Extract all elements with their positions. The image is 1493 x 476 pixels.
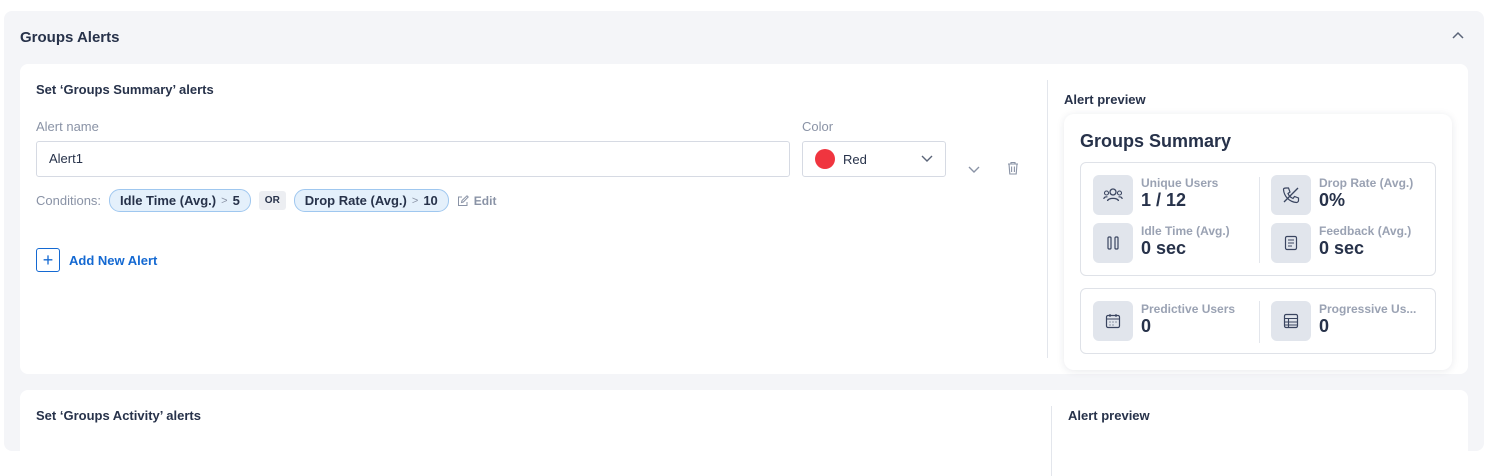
trash-icon — [1008, 161, 1018, 175]
chevron-up-icon — [1452, 31, 1464, 39]
stat-name: Predictive Users — [1141, 302, 1236, 316]
stat-value: 0% — [1319, 190, 1346, 210]
condition-operator: > — [411, 194, 419, 207]
conditions-label: Conditions: — [36, 193, 102, 208]
alert-preview-label: Alert preview — [1064, 92, 1146, 107]
color-label: Color — [802, 119, 834, 134]
chevron-down-icon — [921, 155, 933, 162]
stat-progressive-users: Progressive Us... 0 — [1271, 301, 1416, 341]
stat-predictive-users: Predictive Users 0 — [1093, 301, 1235, 341]
color-select[interactable]: Red — [802, 141, 946, 177]
stat-unique-users: Unique Users 1 / 12 — [1093, 175, 1218, 215]
stat-drop-rate: Drop Rate (Avg.) 0% — [1271, 175, 1413, 215]
card-title: Set ‘Groups Summary’ alerts — [36, 82, 214, 97]
stat-name: Unique Users — [1141, 176, 1219, 190]
alert-name-label: Alert name — [36, 119, 99, 134]
alert-name-input[interactable]: Alert1 — [36, 141, 790, 177]
condition-field: Idle Time (Avg.) — [120, 193, 217, 208]
condition-chip[interactable]: Idle Time (Avg.) > 5 — [109, 189, 251, 212]
add-new-alert-label: Add New Alert — [69, 252, 158, 268]
activity-alerts-card: Set ‘Groups Activity’ alerts Alert previ… — [20, 390, 1468, 476]
stat-feedback: Feedback (Avg.) 0 sec — [1271, 223, 1411, 263]
alert-preview-label: Alert preview — [1068, 408, 1150, 423]
stat-value: 0 sec — [1319, 238, 1365, 258]
color-value: Red — [843, 151, 867, 167]
delete-alert-button[interactable] — [1005, 160, 1021, 176]
collapse-button[interactable] — [1450, 27, 1466, 43]
edit-conditions-button[interactable]: Edit — [457, 193, 497, 208]
or-joiner: OR — [258, 191, 286, 210]
preview-title: Groups Summary — [1080, 131, 1232, 151]
phone-off-icon — [1271, 175, 1311, 215]
summary-alerts-card: Set ‘Groups Summary’ alerts Alert name A… — [20, 64, 1468, 374]
edit-icon — [457, 194, 469, 206]
stat-name: Feedback (Avg.) — [1319, 224, 1412, 238]
stat-value: 1 / 12 — [1141, 190, 1187, 210]
condition-value: 10 — [423, 193, 438, 208]
condition-value: 5 — [232, 193, 240, 208]
stat-value: 0 — [1141, 316, 1152, 336]
stats-separator — [1259, 301, 1260, 343]
users-icon — [1093, 175, 1133, 215]
edit-label: Edit — [473, 193, 497, 208]
conditions-row: Conditions: Idle Time (Avg.) > 5 OR Drop… — [36, 189, 496, 212]
stat-value: 0 — [1319, 316, 1330, 336]
condition-operator: > — [221, 194, 228, 207]
stat-name: Idle Time (Avg.) — [1141, 224, 1230, 238]
stats-separator — [1259, 177, 1260, 263]
pause-icon — [1093, 223, 1133, 263]
section-title: Groups Alerts — [20, 29, 120, 46]
stat-name: Drop Rate (Avg.) — [1319, 176, 1414, 190]
stat-idle-time: Idle Time (Avg.) 0 sec — [1093, 223, 1230, 263]
groups-alerts-panel: Groups Alerts Set ‘Groups Summary’ alert… — [4, 11, 1484, 476]
stat-name: Progressive Us... — [1319, 302, 1417, 316]
calendar-icon — [1093, 301, 1133, 341]
stats-group: Predictive Users 0 Progressive Us... 0 — [1080, 288, 1436, 354]
stat-value: 0 sec — [1141, 238, 1187, 258]
card-title: Set ‘Groups Activity’ alerts — [36, 408, 201, 423]
stats-group: Unique Users 1 / 12 Drop Rate (Avg.) 0% — [1080, 162, 1436, 276]
divider — [1051, 406, 1052, 476]
plus-icon: + — [36, 248, 60, 272]
divider — [1047, 80, 1048, 358]
alert-preview-card: Groups Summary Unique Users 1 / 12 Drop … — [1064, 114, 1452, 370]
expand-alert-button[interactable] — [966, 162, 982, 178]
chevron-down-icon — [968, 166, 980, 173]
condition-field: Drop Rate (Avg.) — [304, 193, 407, 208]
document-icon — [1271, 223, 1311, 263]
table-icon — [1271, 301, 1311, 341]
add-new-alert-button[interactable]: + Add New Alert — [36, 248, 157, 272]
condition-chip[interactable]: Drop Rate (Avg.) > 10 — [293, 189, 449, 212]
color-swatch — [815, 149, 835, 169]
